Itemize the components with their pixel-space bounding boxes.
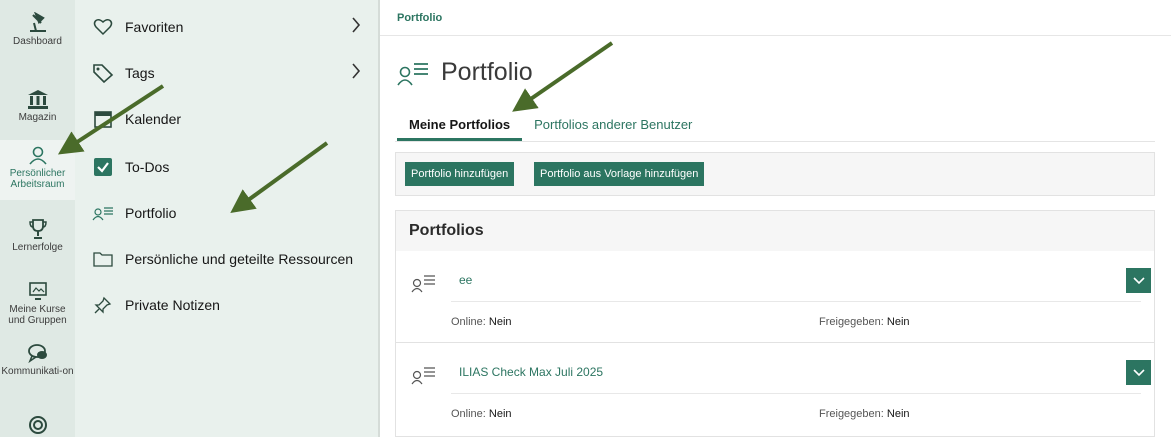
main-content: Portfolio Portfolio Meine Portfolios Por… (380, 0, 1171, 437)
bank-icon (27, 90, 48, 109)
toolbar: Portfolio hinzufügen Portfolio aus Vorla… (395, 152, 1155, 196)
chat-icon (27, 344, 47, 364)
shared-value: Nein (886, 316, 910, 328)
portfolio-title-link[interactable]: ee (459, 273, 472, 287)
portfolio-title-link[interactable]: ILIAS Check Max Juli 2025 (459, 365, 603, 379)
shared-label: Freigegeben: (819, 316, 884, 328)
mainbar-magazin[interactable]: Magazin (0, 88, 75, 123)
slate-item-favoriten[interactable]: Favoriten (91, 14, 371, 40)
folder-icon (91, 247, 115, 271)
tab-meine-portfolios[interactable]: Meine Portfolios (397, 117, 523, 141)
online-value: Nein (488, 408, 512, 420)
mainbar-label: Lernerfolge (12, 242, 63, 253)
portfolio-icon (411, 273, 437, 298)
divider (451, 393, 1141, 394)
user-icon (28, 146, 47, 165)
slate-item-notes[interactable]: Private Notizen (91, 292, 371, 318)
panel-heading: Portfolios (396, 211, 1154, 251)
tab-divider (395, 141, 1155, 142)
mainbar-label: Dashboard (13, 36, 62, 47)
mainbar-label: Meine Kurse und Gruppen (8, 304, 67, 326)
slate-item-todos[interactable]: To-Dos (91, 154, 371, 180)
slate-item-label: Private Notizen (125, 297, 220, 313)
add-portfolio-from-template-button[interactable]: Portfolio aus Vorlage hinzufügen (534, 162, 705, 186)
online-label: Online: (451, 316, 486, 328)
trophy-icon (28, 219, 47, 239)
mainbar-label: Kommunikati-on (1, 366, 74, 377)
shared-label: Freigegeben: (819, 408, 884, 420)
list-item: ee Online: Nein Freigegeben: Nein (396, 251, 1154, 341)
slate-item-portfolio[interactable]: Portfolio (91, 200, 371, 226)
mainbar-dashboard[interactable]: Dashboard (0, 12, 75, 47)
add-portfolio-button[interactable]: Portfolio hinzufügen (405, 162, 515, 186)
actions-dropdown-button[interactable] (1126, 360, 1151, 385)
lifebuoy-icon (28, 416, 47, 434)
slate-menu: Favoriten Tags Kalender To-Dos Portfolio… (75, 0, 378, 437)
dashboard-icon (29, 12, 46, 32)
calendar-icon (91, 107, 115, 131)
chevron-down-icon (1132, 368, 1145, 376)
actions-dropdown-button[interactable] (1126, 268, 1151, 293)
slate-item-resources[interactable]: Persönliche und geteilte Ressourcen (91, 246, 371, 272)
mainbar-label: Persönlicher Arbeitsraum (9, 168, 66, 190)
chevron-right-icon (351, 62, 361, 83)
breadcrumb[interactable]: Portfolio (397, 12, 442, 24)
tab-portfolios-anderer-benutzer[interactable]: Portfolios anderer Benutzer (522, 117, 704, 141)
slate-item-kalender[interactable]: Kalender (91, 106, 371, 132)
slate-item-label: To-Dos (125, 159, 170, 175)
divider (451, 301, 1141, 302)
page-title: Portfolio (397, 58, 533, 87)
online-status: Online: Nein (451, 408, 512, 420)
header-divider (380, 35, 1171, 36)
main-bar: Dashboard Magazin Persönlicher Arbeitsra… (0, 0, 75, 437)
mainbar-achievements[interactable]: Lernerfolge (0, 218, 75, 253)
chevron-down-icon (1132, 276, 1145, 284)
online-status: Online: Nein (451, 316, 512, 328)
slate-item-label: Tags (125, 65, 155, 81)
list-item: ILIAS Check Max Juli 2025 Online: Nein F… (396, 343, 1154, 433)
chevron-right-icon (351, 16, 361, 37)
portfolio-icon (91, 201, 115, 225)
slate-item-label: Favoriten (125, 19, 184, 35)
heart-icon (91, 15, 115, 39)
slate-item-label: Portfolio (125, 205, 177, 221)
mainbar-communication[interactable]: Kommunikati-on (0, 342, 75, 377)
mainbar-help[interactable] (0, 414, 75, 437)
tag-icon (91, 61, 115, 85)
shared-status: Freigegeben: Nein (819, 408, 910, 420)
mainbar-courses-groups[interactable]: Meine Kurse und Gruppen (0, 280, 75, 326)
page-title-text: Portfolio (441, 58, 533, 86)
monitor-icon (28, 282, 47, 300)
portfolios-panel: Portfolios ee Online: Nein Freigegeben: … (395, 210, 1155, 437)
shared-status: Freigegeben: Nein (819, 316, 910, 328)
slate-item-label: Persönliche und geteilte Ressourcen (125, 251, 354, 267)
portfolio-icon (411, 365, 437, 390)
slate-item-tags[interactable]: Tags (91, 60, 371, 86)
online-label: Online: (451, 408, 486, 420)
online-value: Nein (488, 316, 512, 328)
mainbar-personal-workspace[interactable]: Persönlicher Arbeitsraum (0, 140, 75, 200)
portfolio-icon (397, 62, 428, 85)
slate-item-label: Kalender (125, 111, 182, 127)
tab-bar: Meine Portfolios Portfolios anderer Benu… (397, 117, 704, 141)
mainbar-label: Magazin (18, 112, 57, 123)
checkbox-icon (91, 155, 115, 179)
shared-value: Nein (886, 408, 910, 420)
pin-icon (91, 293, 115, 317)
